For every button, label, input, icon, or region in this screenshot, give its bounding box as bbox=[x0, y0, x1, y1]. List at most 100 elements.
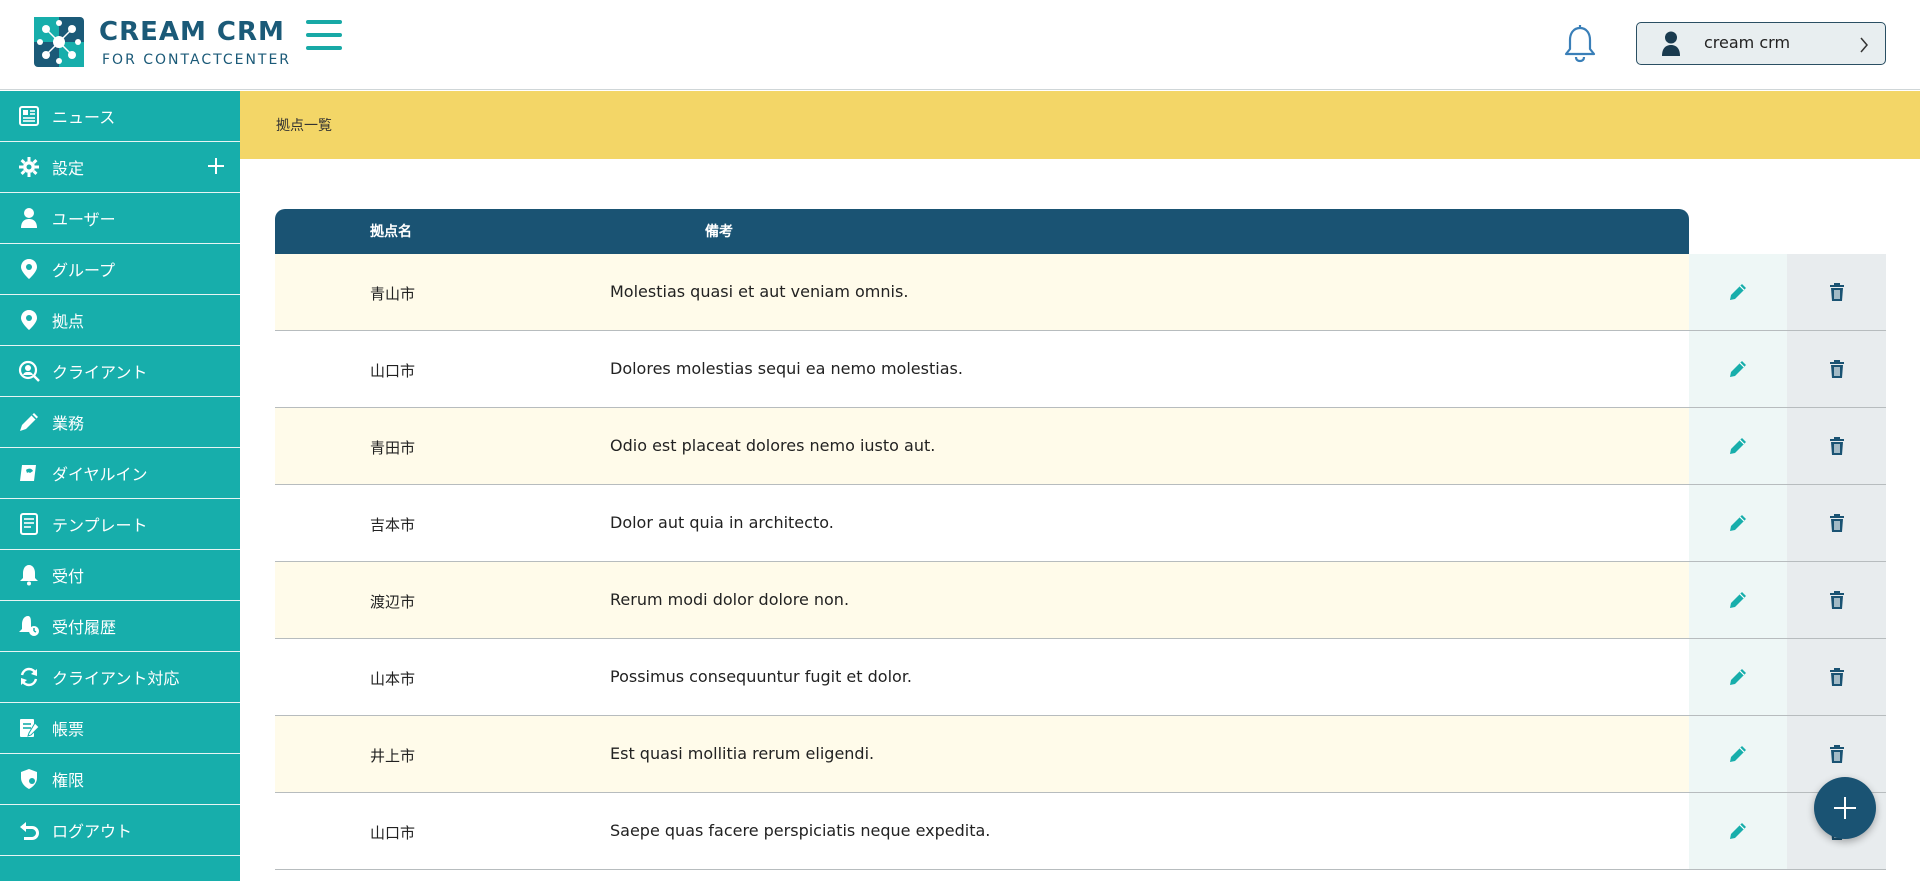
bell-history-icon bbox=[19, 616, 39, 636]
user-menu-button[interactable]: cream crm bbox=[1636, 22, 1886, 65]
table-header: 拠点名 備考 bbox=[275, 209, 1689, 254]
pencil-icon bbox=[1730, 361, 1746, 377]
sidebar-item-work[interactable]: 業務 bbox=[0, 397, 240, 448]
sidebar-item-permissions[interactable]: 権限 bbox=[0, 754, 240, 805]
sidebar-item-label: ログアウト bbox=[52, 822, 133, 841]
delete-button[interactable] bbox=[1787, 562, 1886, 638]
user-name: cream crm bbox=[1704, 33, 1791, 52]
pencil-icon bbox=[1730, 746, 1746, 762]
trash-icon bbox=[1829, 514, 1844, 532]
pencil-icon bbox=[1730, 592, 1746, 608]
shield-icon bbox=[21, 769, 37, 789]
cell-base-name: 山本市 bbox=[370, 670, 416, 688]
pencil-icon bbox=[1730, 669, 1746, 685]
sidebar-item-reception-history[interactable]: 受付履歴 bbox=[0, 601, 240, 652]
sidebar: ニュース 設定 ユーザー グループ 拠点 クライアント 業務 ダイヤルイン テン… bbox=[0, 91, 240, 881]
sidebar-item-reception[interactable]: 受付 bbox=[0, 550, 240, 601]
pen-icon bbox=[20, 413, 38, 431]
sidebar-item-label: テンプレート bbox=[52, 516, 148, 535]
brand: CREAM CRM FOR CONTACTCENTER bbox=[99, 17, 291, 69]
bell-icon bbox=[20, 565, 38, 586]
trash-icon bbox=[1829, 283, 1844, 301]
pencil-icon bbox=[1730, 284, 1746, 300]
notification-bell-icon[interactable] bbox=[1562, 24, 1598, 64]
map-pin-icon bbox=[21, 310, 37, 330]
cell-note: Dolores molestias sequi ea nemo molestia… bbox=[610, 359, 963, 378]
page-title: 拠点一覧 bbox=[276, 118, 332, 134]
plus-icon[interactable] bbox=[205, 155, 227, 177]
sidebar-item-label: ダイヤルイン bbox=[52, 465, 148, 484]
pencil-icon bbox=[1730, 823, 1746, 839]
sidebar-item-bases[interactable]: 拠点 bbox=[0, 295, 240, 346]
sidebar-item-news[interactable]: ニュース bbox=[0, 91, 240, 142]
sidebar-item-reports[interactable]: 帳票 bbox=[0, 703, 240, 754]
edit-button[interactable] bbox=[1689, 485, 1787, 561]
cell-base-name: 山口市 bbox=[370, 362, 416, 380]
sidebar-item-label: ニュース bbox=[52, 108, 116, 127]
delete-button[interactable] bbox=[1787, 331, 1886, 407]
delete-button[interactable] bbox=[1787, 254, 1886, 330]
sidebar-item-label: 拠点 bbox=[52, 312, 85, 331]
sidebar-item-settings[interactable]: 設定 bbox=[0, 142, 240, 193]
cell-base-name: 井上市 bbox=[370, 747, 416, 765]
table-row: 山口市 Dolores molestias sequi ea nemo mole… bbox=[275, 331, 1886, 408]
sidebar-item-label: クライアント対応 bbox=[52, 669, 180, 688]
sidebar-item-label: グループ bbox=[52, 261, 116, 280]
cell-note: Saepe quas facere perspiciatis neque exp… bbox=[610, 821, 991, 840]
cell-base-name: 山口市 bbox=[370, 824, 416, 842]
pencil-icon bbox=[1730, 438, 1746, 454]
gear-icon bbox=[19, 157, 39, 177]
brand-subtitle: FOR CONTACTCENTER bbox=[102, 52, 292, 68]
cell-note: Est quasi mollitia rerum eligendi. bbox=[610, 744, 875, 763]
trash-icon bbox=[1829, 745, 1844, 763]
cell-note: Odio est placeat dolores nemo iusto aut. bbox=[610, 436, 936, 455]
sidebar-item-label: 帳票 bbox=[52, 720, 85, 739]
edit-button[interactable] bbox=[1689, 793, 1787, 869]
sync-icon bbox=[20, 667, 38, 687]
table-row: 山本市 Possimus consequuntur fugit et dolor… bbox=[275, 639, 1886, 716]
sidebar-item-label: ユーザー bbox=[52, 210, 116, 229]
edit-button[interactable] bbox=[1689, 254, 1787, 330]
sidebar-item-client-response[interactable]: クライアント対応 bbox=[0, 652, 240, 703]
sidebar-item-groups[interactable]: グループ bbox=[0, 244, 240, 295]
cell-note: Molestias quasi et aut veniam omnis. bbox=[610, 282, 909, 301]
dial-in-icon bbox=[20, 465, 36, 481]
trash-icon bbox=[1829, 437, 1844, 455]
edit-button[interactable] bbox=[1689, 408, 1787, 484]
table-row: 吉本市 Dolor aut quia in architecto. bbox=[275, 485, 1886, 562]
add-base-button[interactable] bbox=[1814, 777, 1876, 839]
sidebar-item-dial-in[interactable]: ダイヤルイン bbox=[0, 448, 240, 499]
cell-note: Rerum modi dolor dolore non. bbox=[610, 590, 850, 609]
cell-base-name: 青山市 bbox=[370, 285, 416, 303]
edit-button[interactable] bbox=[1689, 639, 1787, 715]
hamburger-menu-icon[interactable] bbox=[306, 20, 342, 54]
brand-title: CREAM CRM bbox=[99, 17, 285, 47]
sidebar-item-label: クライアント bbox=[52, 363, 148, 382]
app-header: CREAM CRM FOR CONTACTCENTER cream crm bbox=[0, 0, 1920, 90]
edit-button[interactable] bbox=[1689, 562, 1787, 638]
delete-button[interactable] bbox=[1787, 408, 1886, 484]
sidebar-item-templates[interactable]: テンプレート bbox=[0, 499, 240, 550]
plus-icon bbox=[1834, 797, 1856, 819]
edit-button[interactable] bbox=[1689, 331, 1787, 407]
sidebar-item-logout[interactable]: ログアウト bbox=[0, 805, 240, 856]
chevron-right-icon bbox=[1860, 37, 1868, 53]
report-icon bbox=[20, 719, 40, 737]
trash-icon bbox=[1829, 668, 1844, 686]
column-header-note: 備考 bbox=[705, 224, 733, 240]
table-row: 青山市 Molestias quasi et aut veniam omnis. bbox=[275, 254, 1886, 331]
sidebar-item-label: 受付履歴 bbox=[52, 618, 117, 637]
edit-button[interactable] bbox=[1689, 716, 1787, 792]
table-row: 山口市 Saepe quas facere perspiciatis neque… bbox=[275, 793, 1886, 870]
cell-base-name: 吉本市 bbox=[370, 516, 416, 534]
table-body: 青山市 Molestias quasi et aut veniam omnis.… bbox=[275, 254, 1886, 870]
breadcrumb-bar: 拠点一覧 bbox=[240, 91, 1920, 159]
sidebar-item-users[interactable]: ユーザー bbox=[0, 193, 240, 244]
sidebar-item-label: 権限 bbox=[52, 771, 85, 790]
cell-base-name: 渡辺市 bbox=[370, 593, 416, 611]
client-search-icon bbox=[18, 360, 40, 382]
delete-button[interactable] bbox=[1787, 639, 1886, 715]
map-pin-icon bbox=[21, 259, 37, 279]
sidebar-item-clients[interactable]: クライアント bbox=[0, 346, 240, 397]
delete-button[interactable] bbox=[1787, 485, 1886, 561]
